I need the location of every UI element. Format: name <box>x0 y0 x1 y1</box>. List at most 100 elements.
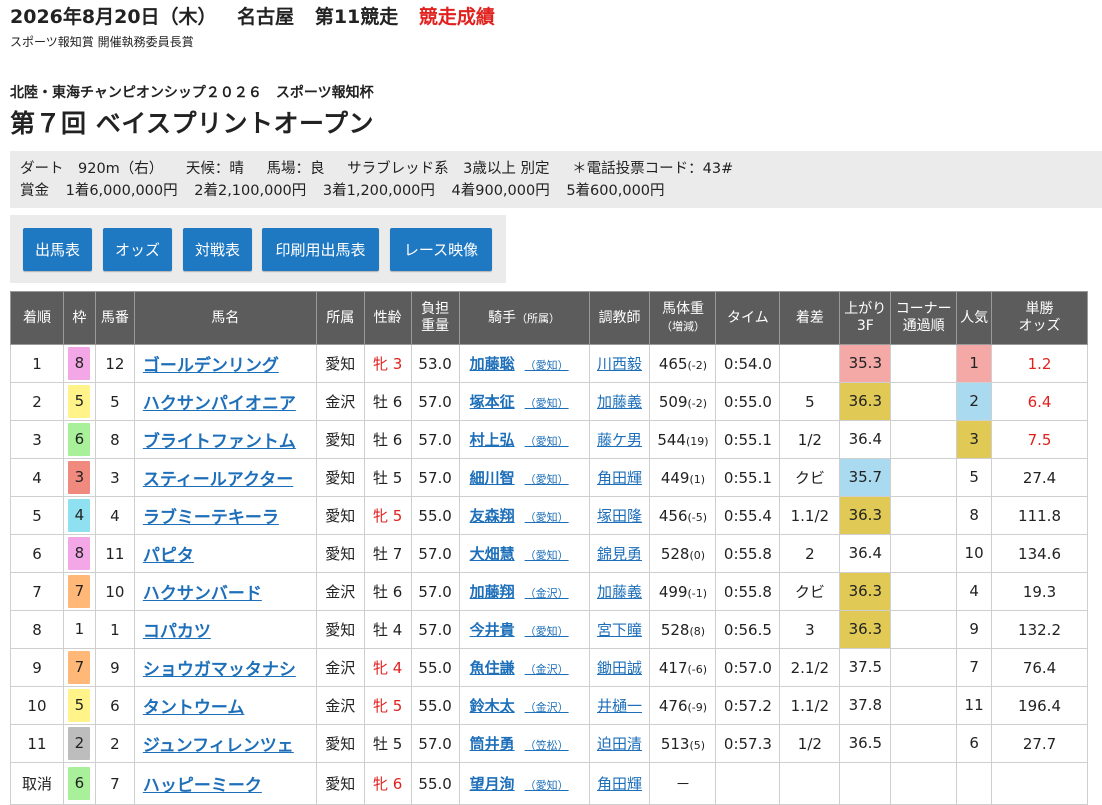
col-horse: 馬名 <box>133 291 317 345</box>
time-cell: 0:55.4 <box>715 496 781 535</box>
jockey-name-link[interactable]: 望月洵 <box>470 775 515 793</box>
jockey-name-link[interactable]: 加藤翔 <box>470 583 515 601</box>
horse-number-cell: 7 <box>94 762 135 805</box>
burden-weight-cell: 57.0 <box>410 534 460 573</box>
trainer-name-link[interactable]: 迫田清 <box>597 735 642 753</box>
race-series: 北陸・東海チャンピオンシップ２０２６ スポーツ報知杯 <box>10 85 374 101</box>
trainer-name-link[interactable]: 川西毅 <box>597 355 642 373</box>
col-corner-1: コーナー <box>895 301 952 317</box>
horse-name-link[interactable]: パピタ <box>143 546 194 566</box>
sex-age-cell: 牡 5 <box>363 724 412 763</box>
popularity-value: 6 <box>969 734 979 752</box>
col-sex-age: 性齢 <box>363 291 412 345</box>
jockey-name-link[interactable]: 友森翔 <box>470 507 515 525</box>
last3f-value: 36.4 <box>848 544 882 562</box>
sex-age-cell: 牡 6 <box>363 572 412 611</box>
odds-cell: 19.3 <box>991 572 1088 611</box>
entries-button[interactable]: 出馬表 <box>23 228 92 271</box>
print-entries-button[interactable]: 印刷用出馬表 <box>262 228 379 271</box>
horse-number-cell: 2 <box>94 724 135 763</box>
table-row: 1 8 12 ゴールデンリング 愛知牝 3 53.0 加藤聡 （愛知） 川西毅 465(-2) 0:… <box>10 344 1088 383</box>
jockey-name-link[interactable]: 魚住謙 <box>470 659 515 677</box>
trainer-name-link[interactable]: 塚田隆 <box>597 507 642 525</box>
horse-name-link[interactable]: ショウガマッタナシ <box>143 660 296 680</box>
waku-badge: 4 <box>68 499 91 532</box>
popularity-value: 9 <box>969 620 979 638</box>
jockey-name-link[interactable]: 筒井勇 <box>470 735 515 753</box>
affiliation-cell: 愛知 <box>315 344 365 383</box>
horse-name-link[interactable]: ハクサンパイオニア <box>143 394 296 414</box>
race-header: 2026年8月20日（木） 名古屋 第11競走 競走成績 <box>10 2 509 29</box>
body-weight: 417 <box>658 658 688 677</box>
corner-cell <box>890 344 958 383</box>
last3f-cell: 36.3 <box>839 382 892 421</box>
jockey-name-link[interactable]: 今井貴 <box>470 621 515 639</box>
trainer-name-link[interactable]: 鋤田誠 <box>597 659 642 677</box>
trainer-name-link[interactable]: 加藤義 <box>597 393 642 411</box>
trainer-name-link[interactable]: 錦見勇 <box>597 545 642 563</box>
horse-name-link[interactable]: タントウーム <box>143 698 245 718</box>
last3f-value: 35.3 <box>840 345 891 382</box>
last3f-value: 36.3 <box>840 611 891 648</box>
affiliation-cell: 愛知 <box>315 762 365 805</box>
horse-name-link[interactable]: ハクサンバード <box>143 584 262 604</box>
corner-cell <box>890 762 958 805</box>
body-weight-cell: 544(19) <box>649 420 717 459</box>
col-bw-1: 馬体重 <box>661 301 704 317</box>
horse-name-link[interactable]: ブライトファントム <box>143 432 296 452</box>
trainer-name-link[interactable]: 藤ケ男 <box>597 431 642 449</box>
table-row: 取消 6 7 ハッピーミーク 愛知牝 6 55.0 望月洵 （愛知） 角田輝 － <box>10 762 1088 805</box>
jockey-name-link[interactable]: 鈴木太 <box>470 697 515 715</box>
waku-cell: 6 <box>62 420 96 459</box>
sex-age-cell: 牝 5 <box>363 686 412 725</box>
col-odds-2: オッズ <box>1018 318 1061 334</box>
prize-4: 4着900,000円 <box>451 183 550 199</box>
horse-name-link[interactable]: ハッピーミーク <box>143 776 262 796</box>
horse-name-link[interactable]: ラブミーテキーラ <box>143 508 279 528</box>
body-weight: 476 <box>658 696 688 715</box>
last3f-value: 35.7 <box>840 459 891 496</box>
horse-number-cell: 5 <box>94 382 135 421</box>
margin-cell <box>779 344 841 383</box>
sex-age-cell: 牡 5 <box>363 458 412 497</box>
last3f-cell: 36.4 <box>839 420 892 459</box>
jockey-name-link[interactable]: 大畑慧 <box>470 545 515 563</box>
jockey-cell: 今井貴 （愛知） <box>458 610 590 649</box>
trainer-name-link[interactable]: 宮下瞳 <box>597 621 642 639</box>
horse-name-link[interactable]: コパカツ <box>143 622 211 642</box>
jockey-name-link[interactable]: 加藤聡 <box>470 355 515 373</box>
burden-weight-cell: 57.0 <box>410 382 460 421</box>
margin-cell: 2.1/2 <box>779 648 841 687</box>
track-info: 馬場：良 <box>266 161 325 177</box>
time-cell: 0:55.8 <box>715 572 781 611</box>
odds-button[interactable]: オッズ <box>103 228 172 271</box>
waku-badge: 8 <box>68 347 91 380</box>
trainer-name-link[interactable]: 井樋一 <box>597 697 642 715</box>
popularity-value: 11 <box>964 696 984 714</box>
jockey-name-link[interactable]: 村上弘 <box>470 431 515 449</box>
last3f-value: 37.8 <box>848 696 882 714</box>
rank-cell: 7 <box>10 572 64 611</box>
trainer-name-link[interactable]: 加藤義 <box>597 583 642 601</box>
horse-number-cell: 1 <box>94 610 135 649</box>
horse-name-link[interactable]: スティールアクター <box>143 470 293 490</box>
jockey-name-link[interactable]: 細川智 <box>470 469 515 487</box>
matchup-button[interactable]: 対戦表 <box>183 228 252 271</box>
horse-name-link[interactable]: ゴールデンリング <box>143 356 279 376</box>
popularity-value: 4 <box>969 582 979 600</box>
col-affiliation: 所属 <box>315 291 365 345</box>
trainer-cell: 塚田隆 <box>588 496 651 535</box>
corner-cell <box>890 420 958 459</box>
time-cell: 0:55.1 <box>715 420 781 459</box>
trainer-name-link[interactable]: 角田輝 <box>597 469 642 487</box>
race-video-button[interactable]: レース映像 <box>390 228 492 271</box>
prize-2: 2着2,100,000円 <box>194 183 307 199</box>
body-weight-change: (-9) <box>687 700 708 714</box>
body-weight-change: (8) <box>689 624 706 638</box>
trainer-name-link[interactable]: 角田輝 <box>597 775 642 793</box>
horse-name-link[interactable]: ジュンフィレンツェ <box>143 736 294 756</box>
waku-cell: 8 <box>62 534 96 573</box>
body-weight-change: (-6) <box>687 662 708 676</box>
jockey-name-link[interactable]: 塚本征 <box>470 393 515 411</box>
body-weight-cell: － <box>649 762 717 805</box>
